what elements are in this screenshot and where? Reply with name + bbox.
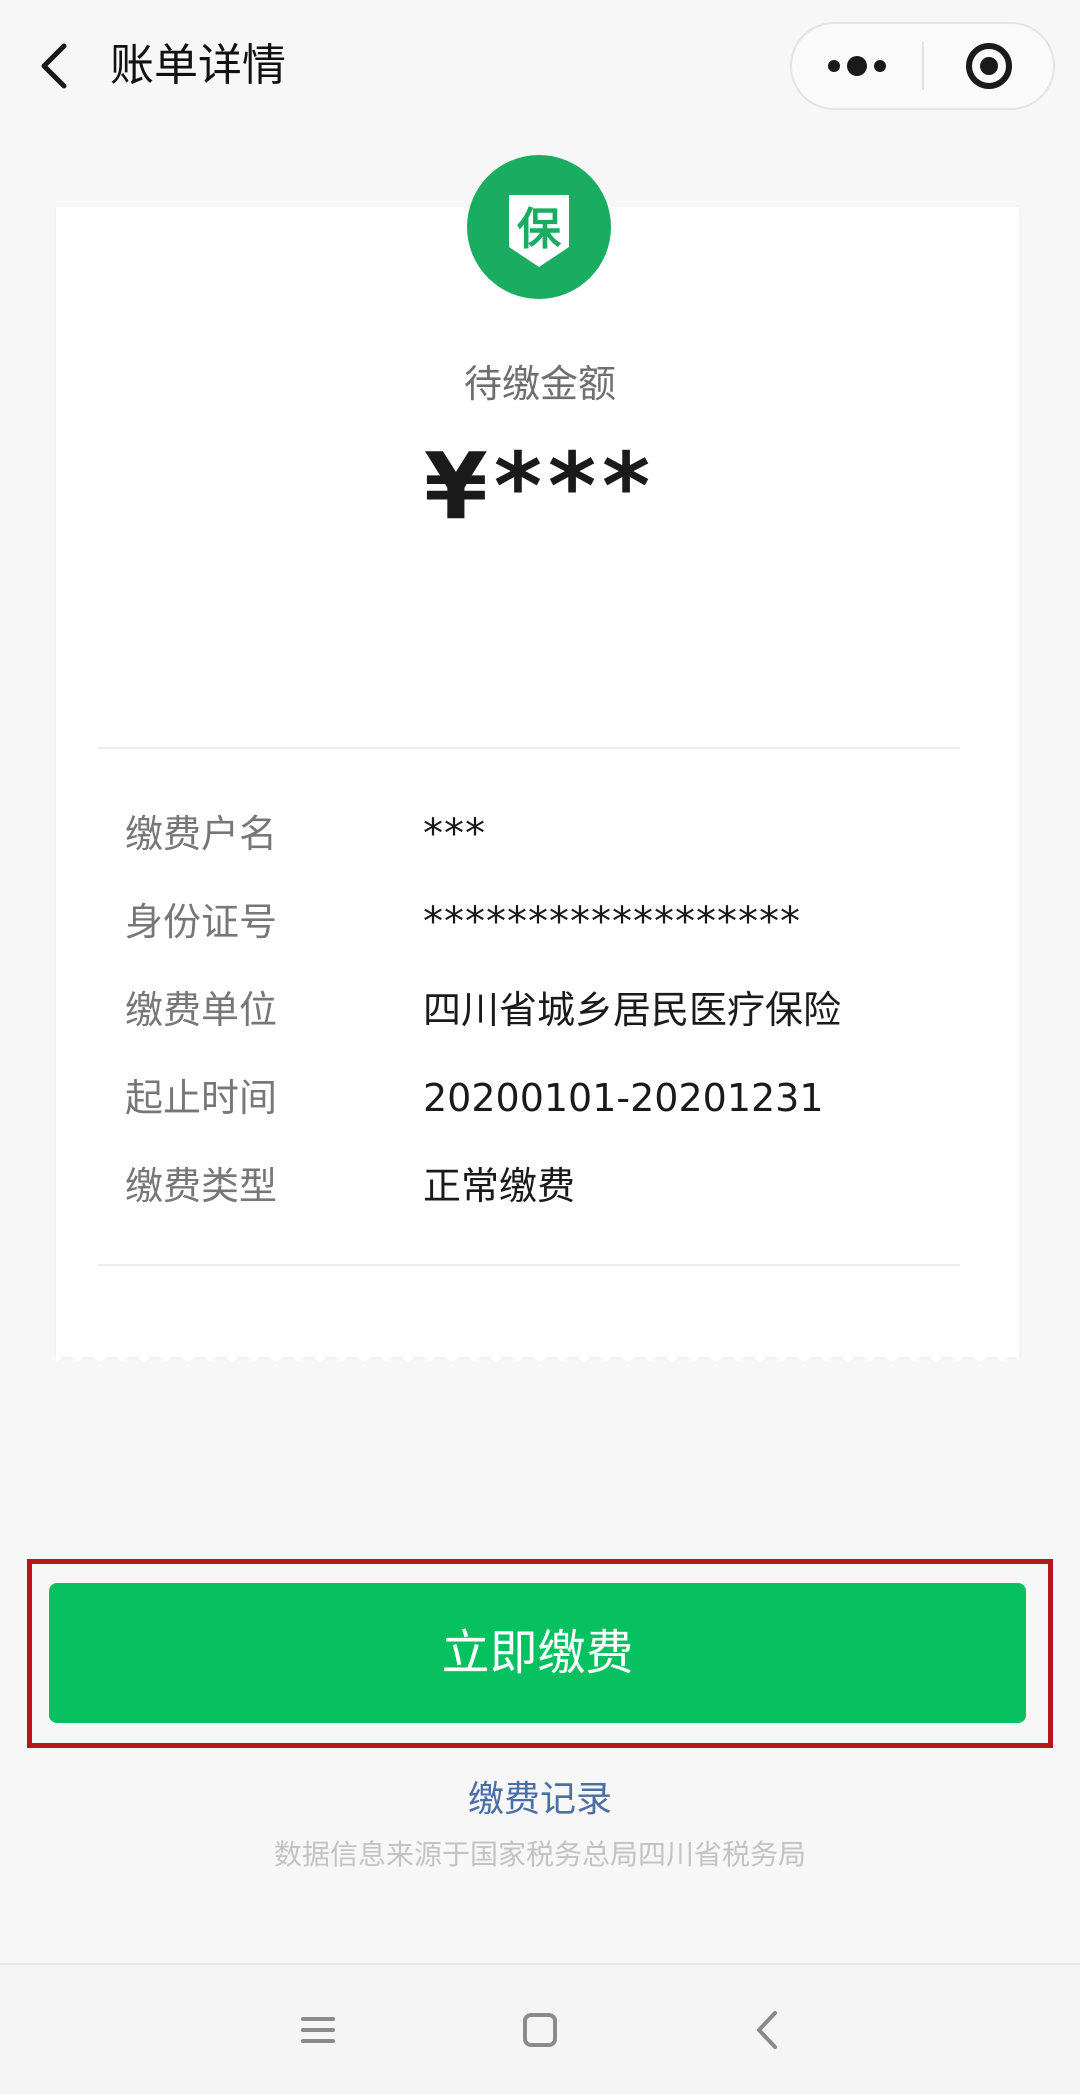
insurance-badge: 保: [467, 155, 611, 299]
card-torn-edge: [56, 1352, 1019, 1362]
info-value: ******************: [423, 899, 801, 945]
pay-now-button[interactable]: 立即缴费: [49, 1583, 1026, 1723]
info-row-id-number: 身份证号 ******************: [0, 892, 1080, 952]
info-label: 缴费类型: [125, 1164, 278, 1208]
menu-lines-icon: [301, 2017, 335, 2043]
more-button[interactable]: [792, 24, 922, 108]
data-source-note: 数据信息来源于国家税务总局四川省税务局: [273, 1838, 806, 1871]
info-value: 四川省城乡居民医疗保险: [423, 988, 842, 1032]
chevron-left-icon: [41, 43, 67, 89]
info-label: 身份证号: [125, 900, 278, 944]
close-button[interactable]: [924, 24, 1054, 108]
info-label: 缴费单位: [125, 988, 278, 1032]
system-nav-bar: [0, 1963, 1080, 2094]
payment-records-link[interactable]: 缴费记录: [0, 1775, 1080, 1825]
card-divider-bottom: [98, 1264, 960, 1266]
bill-detail-page: 账单详情 保 待缴金额 ¥*** 缴费户名 *** 身份证号 *********…: [0, 0, 1080, 2094]
back-button[interactable]: [28, 30, 84, 102]
info-row-account-name: 缴费户名 ***: [0, 804, 1080, 864]
page-title: 账单详情: [110, 40, 286, 91]
back-chevron-icon: [757, 2011, 777, 2049]
info-value: 20200101-20201231: [423, 1076, 824, 1120]
info-value: ***: [423, 811, 486, 857]
info-row-period: 起止时间 20200101-20201231: [0, 1068, 1080, 1128]
amount-label: 待缴金额: [463, 362, 616, 406]
svg-text:保: 保: [517, 204, 562, 255]
shield-badge-icon: 保: [467, 155, 611, 299]
system-back-button[interactable]: [733, 1995, 803, 2065]
info-row-payment-unit: 缴费单位 四川省城乡居民医疗保险: [0, 980, 1080, 1040]
mini-program-capsule: [790, 22, 1055, 110]
info-value: 正常缴费: [423, 1164, 576, 1208]
more-dots-icon: [828, 56, 886, 76]
header-bar: 账单详情: [0, 0, 1080, 135]
card-divider-top: [98, 747, 960, 749]
home-square-icon: [523, 2013, 557, 2047]
recent-apps-button[interactable]: [283, 1995, 353, 2065]
info-label: 起止时间: [125, 1076, 278, 1120]
info-row-payment-type: 缴费类型 正常缴费: [0, 1156, 1080, 1216]
home-button[interactable]: [505, 1995, 575, 2065]
amount-value: ¥***: [423, 433, 657, 540]
target-close-icon: [966, 43, 1012, 89]
info-label: 缴费户名: [125, 812, 278, 856]
